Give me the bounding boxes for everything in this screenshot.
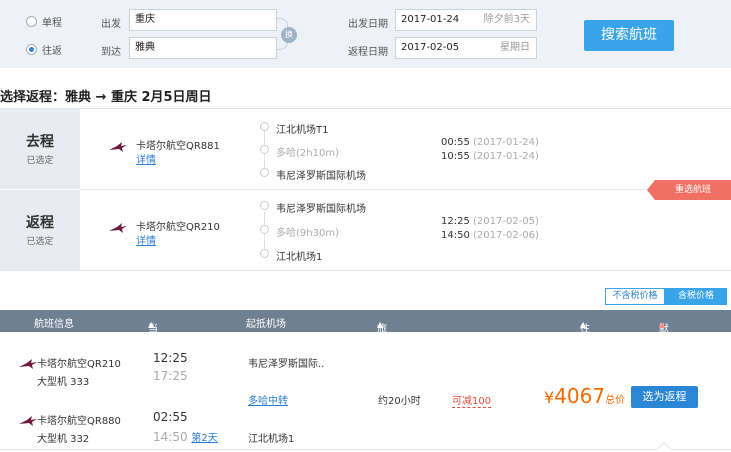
rechoose-flight-button[interactable]: 重选航班	[647, 180, 731, 200]
leg-stopover: 多哈(2h10m)	[260, 144, 339, 159]
sort-up-arrow-icon: ▲	[148, 320, 155, 329]
trip-type-round-trip[interactable]: 往返	[26, 42, 62, 57]
leg-details-link[interactable]: 详情	[136, 151, 156, 166]
leg-departure-time: 00:55 (2017-01-24)	[441, 137, 539, 148]
result-seg1-departure: 12:25	[153, 351, 188, 365]
from-label: 出发	[101, 19, 121, 30]
result-seg1-arrival: 17:25	[153, 369, 188, 383]
outbound-leg: 去程 已选定 卡塔尔航空QR881 详情 江北机场T1 多哈(2h10m) 韦尼…	[0, 109, 731, 189]
radio-icon	[26, 16, 37, 27]
leg-origin: 江北机场T1	[260, 121, 328, 136]
result-discount[interactable]: 可减100	[452, 392, 492, 408]
qatar-airways-logo-icon	[109, 142, 127, 152]
qatar-airways-logo-icon	[109, 223, 127, 233]
col-flight-info: 航班信息	[34, 319, 74, 330]
leg-airline: 卡塔尔航空QR881	[136, 141, 220, 152]
leg-tag: 返程 已选定	[0, 190, 80, 270]
result-seg2-arrival: 14:50 第2天	[153, 430, 218, 444]
col-airports: 起抵机场	[246, 319, 286, 330]
swap-cities-button[interactable]: 换	[281, 27, 297, 43]
leg-arrival-time: 14:50 (2017-02-06)	[441, 230, 539, 241]
result-total-duration: 约20小时	[378, 396, 421, 407]
radio-selected-icon	[26, 44, 37, 55]
depart-date-label: 出发日期	[348, 19, 388, 30]
search-flights-button[interactable]: 搜索航班	[584, 20, 674, 51]
next-day-badge: 第2天	[191, 433, 218, 444]
return-date-label: 返程日期	[348, 47, 388, 58]
return-date-hint: 星期日	[500, 42, 530, 53]
price-without-tax-toggle[interactable]: 不含税价格	[605, 288, 665, 305]
page-title: 选择返程：雅典 → 重庆 2月5日周日	[0, 90, 212, 105]
leg-stopover: 多哈(9h30m)	[260, 224, 339, 239]
to-label: 到达	[101, 47, 121, 58]
to-field[interactable]: 雅典	[129, 37, 277, 59]
trip-type-one-way[interactable]: 单程	[26, 14, 62, 29]
sort-up-arrow-icon: ▲	[659, 320, 666, 329]
leg-tag: 去程 已选定	[0, 109, 80, 189]
result-seg2-departure: 02:55	[153, 410, 188, 424]
result-seg2-airport: 江北机场1	[248, 434, 295, 445]
result-seg1-airport: 韦尼泽罗斯国际..	[248, 359, 325, 370]
leg-destination: 韦尼泽罗斯国际机场	[260, 167, 366, 182]
result-seg2-airline: 卡塔尔航空QR880 大型机 332	[37, 416, 121, 445]
leg-arrival-time: 10:55 (2017-01-24)	[441, 151, 539, 162]
leg-departure-time: 12:25 (2017-02-05)	[441, 216, 539, 227]
result-transfer-link[interactable]: 多哈中转	[248, 392, 288, 407]
price-with-tax-toggle[interactable]: 含税价格	[665, 288, 727, 305]
search-panel: 单程 往返 出发 重庆 到达 雅典 换 出发日期 2017-01-24 除夕前3…	[0, 0, 731, 68]
leg-details-link[interactable]: 详情	[136, 232, 156, 247]
return-leg: 返程 已选定 卡塔尔航空QR210 详情 韦尼泽罗斯国际机场 多哈(9h30m)…	[0, 190, 731, 270]
row-pointer	[656, 441, 672, 452]
sort-up-arrow-icon: ▲	[377, 320, 384, 329]
from-field[interactable]: 重庆	[129, 9, 277, 31]
depart-date-field[interactable]: 2017-01-24 除夕前3天	[395, 9, 537, 31]
qatar-airways-logo-icon	[19, 359, 37, 369]
divider	[0, 270, 731, 271]
leg-origin: 韦尼泽罗斯国际机场	[260, 200, 366, 215]
qatar-airways-logo-icon	[19, 416, 37, 426]
depart-date-hint: 除夕前3天	[483, 14, 530, 25]
leg-airline: 卡塔尔航空QR210	[136, 222, 220, 233]
return-date-field[interactable]: 2017-02-05 星期日	[395, 37, 537, 59]
result-price: ¥4067总价	[544, 384, 626, 408]
leg-destination: 江北机场1	[260, 248, 322, 263]
choose-return-button[interactable]: 选为返程	[631, 386, 698, 408]
divider	[0, 449, 731, 450]
sort-up-arrow-icon: ▲	[580, 320, 587, 329]
results-table-header: 航班信息 当地起降时间 ▲ 起抵机场 旅行总时长 ▲ 往返 价格 ▲ 默认排序 …	[0, 310, 731, 410]
result-seg1-airline: 卡塔尔航空QR210 大型机 333	[37, 359, 121, 388]
